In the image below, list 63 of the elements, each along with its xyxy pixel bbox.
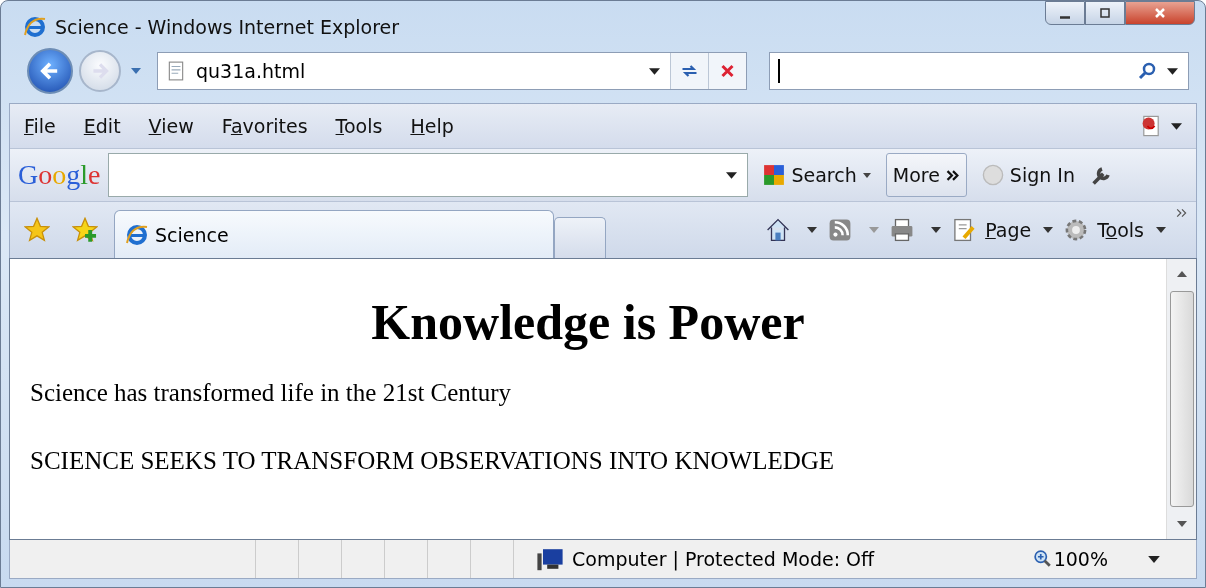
squares-icon [763,164,786,186]
minimize-icon [1060,15,1070,19]
search-button[interactable]: Search [756,159,878,191]
history-dropdown-icon[interactable] [131,68,141,74]
browser-logo-icon [23,15,47,39]
scrollbar-thumb[interactable] [1169,291,1194,507]
vertical-scrollbar[interactable] [1166,259,1196,539]
dropdown-icon[interactable] [649,67,660,75]
maximize-button[interactable] [1085,1,1125,25]
dropdown-icon[interactable] [1171,122,1182,130]
dropdown-icon [807,227,818,233]
page-heading: Knowledge is Power [370,293,806,351]
browser-tab[interactable]: Science [114,210,554,258]
dropdown-icon[interactable] [1148,555,1160,563]
refresh-icon[interactable] [670,53,708,89]
window-title: Science - Windows Internet Explorer [55,16,400,38]
dropdown-icon [862,172,871,178]
page-icon [168,61,184,81]
search-field[interactable] [769,52,1189,90]
more-button[interactable]: More [885,153,967,197]
add-favorite-star-icon[interactable] [72,217,98,243]
minimize-button[interactable] [1045,1,1085,25]
print-button[interactable] [889,217,942,243]
close-icon [1154,7,1166,19]
menu-item[interactable]: Favorites [221,115,308,137]
address-field[interactable]: qu31a.html [157,52,747,90]
chevron-icon[interactable] [1176,208,1188,218]
menu-item[interactable]: Help [410,115,454,137]
computer-icon [536,546,564,572]
chevron-icon [945,169,960,181]
feeds-button[interactable] [827,217,880,243]
google-search-field[interactable] [108,153,749,197]
menu-item[interactable]: Tools [335,115,383,137]
favorites-star-icon[interactable] [24,217,50,243]
circle-icon [981,164,1004,186]
dropdown-icon [1156,227,1166,233]
page-menu-button[interactable]: Page [951,217,1054,243]
maximize-icon [1099,7,1111,19]
sign-in-button[interactable]: Sign In [974,159,1082,191]
menu-item[interactable]: Edit [83,115,121,137]
zoom-in-icon [1033,550,1052,568]
close-button[interactable] [1125,1,1195,25]
menu-item[interactable]: File [24,115,56,137]
browser-logo-icon [125,222,149,247]
page-paragraph: SCIENCE SEEKS TO TRANSFORM OBSERVATIONS INTO KNOWLEDGE [30,447,836,475]
home-button[interactable] [765,217,818,243]
search-icon[interactable] [1137,61,1157,81]
scroll-down-icon[interactable] [1176,521,1187,527]
dropdown-icon [1043,227,1054,233]
house-icon [765,217,792,243]
google-logo: Google [18,159,101,191]
scroll-up-icon[interactable] [1176,271,1187,277]
dropdown-icon [869,227,880,233]
security-zone-text: Computer | Protected Mode: Off [572,548,875,570]
dropdown-icon[interactable] [726,171,738,179]
menu-item[interactable]: View [148,115,194,137]
page-paragraph: Science has transformed life in the 21st Century [30,379,513,407]
tools-menu-button[interactable]: Tools [1063,217,1166,243]
dropdown-icon[interactable] [1167,67,1178,75]
stop-icon[interactable] [708,53,746,89]
back-button[interactable] [27,48,73,94]
dropdown-icon [931,227,942,233]
zoom-level-button[interactable]: 100% [1033,548,1108,570]
